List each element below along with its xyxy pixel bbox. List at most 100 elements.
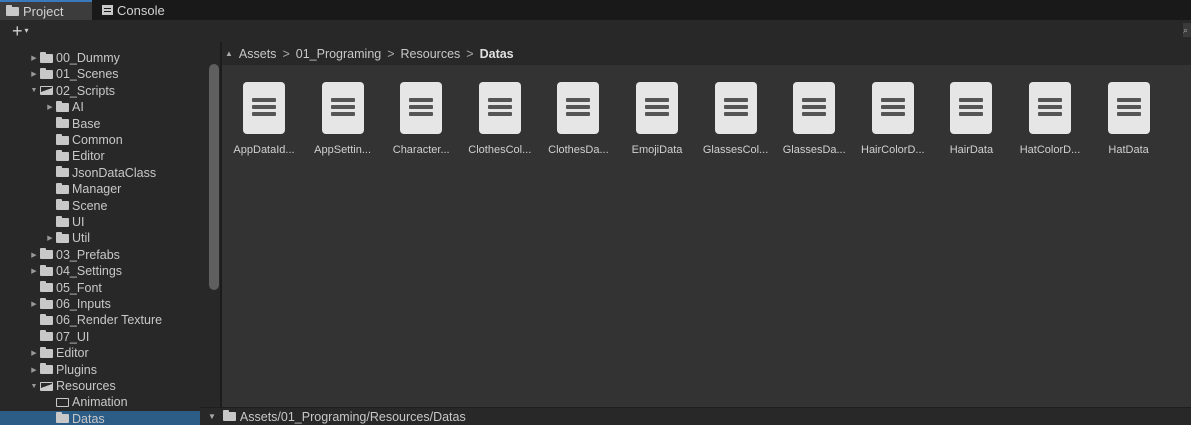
- text-asset-icon: [636, 82, 678, 134]
- tree-item[interactable]: ▶ Plugins: [0, 362, 208, 378]
- folder-icon: [40, 248, 53, 260]
- folder-open-icon: [40, 86, 53, 96]
- tree-item[interactable]: ▶ 04_Settings: [0, 263, 208, 279]
- asset-item[interactable]: HatData: [1090, 82, 1168, 162]
- asset-item[interactable]: HairData: [932, 82, 1010, 162]
- status-bar: ▼ Assets/01_Programing/Resources/Datas: [200, 407, 1191, 425]
- folder-open-icon: [40, 381, 53, 391]
- create-button[interactable]: + ▾: [12, 22, 29, 40]
- collapsed-arrow-icon[interactable]: ▶: [28, 300, 40, 308]
- tree-item-label: Manager: [72, 182, 122, 197]
- collapsed-arrow-icon[interactable]: ▶: [28, 267, 40, 275]
- tree-item[interactable]: Editor: [0, 148, 208, 164]
- asset-item[interactable]: ClothesDa...: [539, 82, 617, 162]
- text-asset-icon: [243, 82, 285, 134]
- tree-item[interactable]: Common: [0, 132, 208, 148]
- asset-label: EmojiData: [631, 144, 683, 156]
- collapsed-arrow-icon[interactable]: ▶: [28, 366, 40, 374]
- expanded-arrow-icon[interactable]: ▼: [28, 87, 40, 94]
- tree-item[interactable]: JsonDataClass: [0, 165, 208, 181]
- asset-label: GlassesCol...: [702, 144, 769, 156]
- tree-item[interactable]: 07_UI: [0, 329, 208, 345]
- folder-icon: [40, 346, 53, 358]
- tree-item[interactable]: 05_Font: [0, 280, 208, 296]
- tree-item[interactable]: ▶ Util: [0, 230, 208, 246]
- tab-console[interactable]: Console: [96, 0, 176, 20]
- text-asset-icon: [478, 82, 521, 134]
- tree-item[interactable]: ▶ 01_Scenes: [0, 66, 208, 82]
- tree-item[interactable]: ▼ Resources: [0, 378, 208, 394]
- chevron-down-icon: ▼: [208, 412, 216, 421]
- tree-item[interactable]: Base: [0, 116, 208, 132]
- tree-scrollbar[interactable]: [209, 64, 219, 290]
- asset-label: HairColorD...: [861, 144, 925, 156]
- tab-project[interactable]: Project: [0, 0, 92, 20]
- collapsed-arrow-icon[interactable]: ▶: [28, 251, 40, 259]
- tree-item-label: Util: [72, 231, 91, 246]
- text-asset-icon: [400, 82, 443, 134]
- collapsed-arrow-icon[interactable]: ▶: [28, 349, 40, 357]
- folder-icon: [40, 51, 53, 63]
- breadcrumb-separator: >: [466, 46, 474, 61]
- text-asset-icon: [950, 82, 993, 134]
- tree-item-label: Animation: [72, 395, 128, 410]
- asset-item[interactable]: HatColorD...: [1011, 82, 1089, 162]
- asset-label: Character...: [392, 144, 450, 156]
- search-icon[interactable]: ⌕: [1183, 23, 1191, 37]
- project-toolbar: + ▾ ⌕: [0, 20, 1191, 43]
- tree-item[interactable]: ▶ 06_Inputs: [0, 296, 208, 312]
- folder-icon: [40, 330, 53, 342]
- asset-panel: ▲ Assets > 01_Programing > Resources > D…: [222, 42, 1191, 425]
- asset-item[interactable]: Character...: [382, 82, 460, 162]
- asset-item[interactable]: AppSettin...: [304, 82, 382, 162]
- collapsed-arrow-icon[interactable]: ▶: [28, 70, 40, 78]
- breadcrumb-separator: >: [282, 46, 290, 61]
- folder-icon: [56, 199, 69, 211]
- tree-item[interactable]: ▶ 00_Dummy: [0, 50, 208, 66]
- asset-item[interactable]: EmojiData: [618, 82, 696, 162]
- expanded-arrow-icon[interactable]: ▼: [28, 383, 40, 390]
- tree-item-label: 05_Font: [56, 280, 102, 295]
- status-path: Assets/01_Programing/Resources/Datas: [239, 409, 466, 424]
- tree-item[interactable]: ▶ AI: [0, 99, 208, 115]
- asset-item[interactable]: ClothesCol...: [461, 82, 539, 162]
- collapsed-arrow-icon[interactable]: ▶: [44, 103, 56, 111]
- asset-item[interactable]: AppDataId...: [225, 82, 303, 162]
- tree-item-label: Datas: [72, 411, 105, 425]
- breadcrumb-item-datas[interactable]: Datas: [480, 47, 514, 61]
- folder-icon: [40, 297, 53, 309]
- collapsed-arrow-icon[interactable]: ▶: [28, 54, 40, 62]
- folder-icon: [222, 410, 236, 421]
- tree-item-label: Common: [72, 133, 123, 147]
- tree-item-label: 00_Dummy: [56, 51, 120, 65]
- tree-item[interactable]: Datas: [0, 410, 208, 425]
- asset-label: AppDataId...: [233, 144, 295, 156]
- tree-item[interactable]: Manager: [0, 181, 208, 197]
- tree-item[interactable]: Scene: [0, 198, 208, 214]
- asset-item[interactable]: HairColorD...: [854, 82, 932, 162]
- breadcrumb-item-assets[interactable]: Assets: [239, 47, 277, 61]
- tree-item-label: Scene: [72, 198, 108, 213]
- tree-item[interactable]: ▶ 03_Prefabs: [0, 247, 208, 263]
- tree-item[interactable]: UI: [0, 214, 208, 230]
- asset-label: ClothesCol...: [468, 144, 532, 156]
- tree-item[interactable]: 06_Render Texture: [0, 312, 208, 328]
- tree-item-label: 03_Prefabs: [56, 247, 120, 262]
- breadcrumb-item-programing[interactable]: 01_Programing: [296, 47, 381, 61]
- asset-item[interactable]: GlassesDa...: [775, 82, 853, 162]
- tree-item[interactable]: Animation: [0, 394, 208, 410]
- folder-icon: [40, 363, 53, 375]
- tree-item-label: Resources: [56, 379, 116, 393]
- breadcrumb-item-resources[interactable]: Resources: [401, 47, 461, 61]
- folder-icon: [56, 166, 69, 178]
- folder-tree: ▶ 00_Dummy ▶ 01_Scenes ▼ 02_Scripts ▶ AI Base Com…: [0, 42, 220, 425]
- folder-icon: [56, 100, 69, 112]
- tree-item-label: 06_Inputs: [56, 297, 111, 311]
- asset-item[interactable]: GlassesCol...: [697, 82, 775, 162]
- collapsed-arrow-icon[interactable]: ▶: [44, 234, 56, 242]
- tree-item-label: Editor: [72, 149, 105, 164]
- tab-project-label: Project: [23, 3, 64, 19]
- tree-item[interactable]: ▶ Editor: [0, 345, 208, 361]
- tree-item[interactable]: ▼ 02_Scripts: [0, 83, 208, 99]
- collapse-up-icon[interactable]: ▲: [225, 49, 233, 58]
